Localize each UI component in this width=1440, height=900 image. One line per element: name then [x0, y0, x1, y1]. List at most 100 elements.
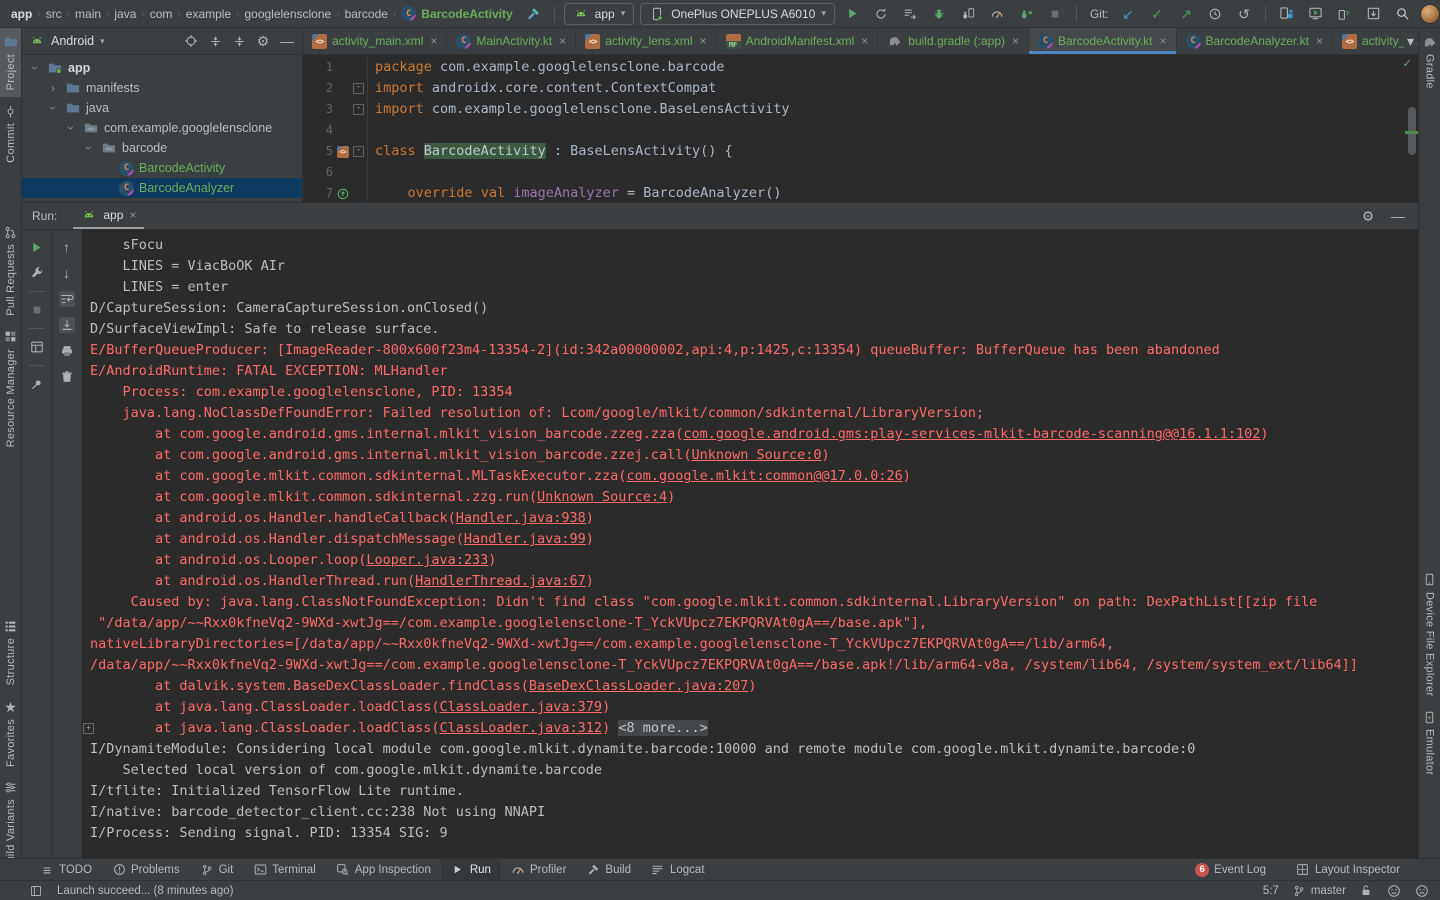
fold-marker-icon[interactable]: -: [353, 104, 364, 115]
toolwindow-button-layout-inspector[interactable]: Layout Inspector: [1286, 863, 1410, 877]
run-settings-gear-icon[interactable]: ⚙: [1360, 208, 1376, 224]
close-tab-icon[interactable]: ×: [559, 35, 566, 47]
breadcrumb-class-item[interactable]: CBarcodeActivity: [398, 6, 515, 21]
breadcrumb-item[interactable]: example: [183, 7, 234, 21]
profile-low-overhead-icon[interactable]: [1015, 3, 1038, 25]
stacktrace-link[interactable]: HandlerThread.java:67: [415, 573, 586, 589]
git-branch-widget[interactable]: master: [1291, 883, 1346, 899]
chevron-down-icon[interactable]: ▾: [100, 37, 105, 46]
stripe-item-gradle[interactable]: Gradle: [1419, 28, 1440, 96]
stripe-item-pull-requests[interactable]: Pull Requests: [0, 218, 21, 323]
prev-occurrence-icon[interactable]: ↑: [59, 239, 75, 255]
soft-wrap-icon[interactable]: [59, 291, 75, 307]
overriding-gutter-icon[interactable]: [335, 186, 351, 202]
hidden-tabs-icon[interactable]: ▾: [1404, 28, 1417, 54]
toolwindow-button-event-log[interactable]: 6Event Log: [1185, 863, 1276, 877]
breadcrumb-item[interactable]: main: [72, 7, 104, 21]
editor-tab-mainactivity-kt[interactable]: CMainActivity.kt×: [447, 28, 576, 54]
print-icon[interactable]: [59, 343, 75, 359]
stacktrace-link[interactable]: Handler.java:938: [456, 510, 586, 526]
tree-chevron-icon[interactable]: ›: [46, 82, 60, 94]
stacktrace-link[interactable]: com.google.android.gms:play-services-mlk…: [683, 426, 1260, 442]
user-avatar[interactable]: [1420, 4, 1440, 24]
stripe-item-project[interactable]: Project: [0, 28, 21, 97]
tree-item-manifests[interactable]: ›manifests: [22, 78, 302, 98]
breadcrumb-item[interactable]: src: [43, 7, 65, 21]
build-hammer-icon[interactable]: [522, 3, 545, 25]
fold-marker-icon[interactable]: -: [353, 146, 364, 157]
pin-tab-icon[interactable]: [29, 376, 45, 392]
code-area[interactable]: ✓ 1package com.example.googlelensclone.b…: [303, 55, 1418, 202]
close-tab-icon[interactable]: ×: [1012, 35, 1019, 47]
stacktrace-link[interactable]: Unknown Source:0: [691, 447, 821, 463]
tree-chevron-icon[interactable]: ›: [65, 121, 77, 135]
stacktrace-link[interactable]: Looper.java:233: [366, 552, 488, 568]
highlighting-level-happy-icon[interactable]: [1386, 883, 1402, 899]
edit-configuration-icon[interactable]: [29, 265, 45, 281]
toolwindow-button-todo[interactable]: ≡TODO: [30, 859, 102, 880]
stacktrace-link[interactable]: Handler.java:99: [464, 531, 586, 547]
breadcrumb-item[interactable]: barcode: [342, 7, 391, 21]
stripe-item-device-file-explorer[interactable]: Device File Explorer: [1419, 566, 1440, 703]
breadcrumb-item[interactable]: googlelensclone: [241, 7, 334, 21]
rerun-button[interactable]: [29, 239, 45, 255]
device-select[interactable]: OnePlus ONEPLUS A6010 ▾: [640, 3, 835, 25]
scroll-to-end-icon[interactable]: [59, 317, 75, 333]
toolwindow-button-profiler[interactable]: Profiler: [501, 859, 576, 880]
tree-chevron-icon[interactable]: ›: [47, 101, 59, 115]
close-tab-icon[interactable]: ×: [430, 35, 437, 47]
pair-devices-icon[interactable]: [1333, 3, 1356, 25]
tree-item-barcodeactivity[interactable]: CBarcodeActivity: [22, 158, 302, 178]
tree-item-barcodeanalyzer[interactable]: CBarcodeAnalyzer: [22, 178, 302, 198]
stacktrace-link[interactable]: ClassLoader.java:312: [440, 720, 603, 736]
toolwindow-button-terminal[interactable]: Terminal: [243, 859, 325, 880]
toolwindow-button-problems[interactable]: Problems: [102, 859, 190, 880]
caret-position[interactable]: 5:7: [1263, 885, 1279, 897]
breadcrumb-item[interactable]: java: [111, 7, 139, 21]
lock-open-icon[interactable]: [1358, 883, 1374, 899]
breadcrumb-item[interactable]: com: [147, 7, 176, 21]
fold-marker-icon[interactable]: -: [353, 83, 364, 94]
toolwindow-button-run[interactable]: Run: [441, 859, 501, 880]
close-tab-icon[interactable]: ×: [129, 209, 136, 221]
tree-chevron-icon[interactable]: ›: [29, 61, 41, 75]
stripe-item-favorites[interactable]: ★Favorites: [0, 693, 21, 774]
console-output[interactable]: sFocu LINES = ViacBoOK AIr LINES = enter…: [82, 230, 1418, 858]
close-tab-icon[interactable]: ×: [861, 35, 868, 47]
editor-tab-androidmanifest-xml[interactable]: MFAndroidManifest.xml×: [717, 28, 879, 54]
restore-layout-icon[interactable]: [29, 339, 45, 355]
highlighting-level-sad-icon[interactable]: [1414, 883, 1430, 899]
editor-tab-activity-main-xml[interactable]: <>activity_main.xml×: [303, 28, 447, 54]
git-update-icon[interactable]: ↙: [1117, 3, 1140, 25]
tree-item-com-example-googlelensclone[interactable]: ›com.example.googlelensclone: [22, 118, 302, 138]
git-history-icon[interactable]: [1204, 3, 1227, 25]
clear-all-icon[interactable]: [59, 369, 75, 385]
next-occurrence-icon[interactable]: ↓: [59, 265, 75, 281]
expand-all-icon[interactable]: [207, 33, 223, 49]
device-manager-icon[interactable]: [1275, 3, 1298, 25]
git-commit-icon[interactable]: ✓: [1146, 3, 1169, 25]
close-tab-icon[interactable]: ×: [1316, 35, 1323, 47]
run-button[interactable]: [841, 3, 864, 25]
editor-tab-barcodeactivity-kt[interactable]: CBarcodeActivity.kt×: [1029, 28, 1177, 54]
sdk-manager-icon[interactable]: [1362, 3, 1385, 25]
toolwindow-button-logcat[interactable]: Logcat: [641, 859, 715, 880]
tree-chevron-icon[interactable]: ›: [83, 141, 95, 155]
search-everywhere-icon[interactable]: [1391, 3, 1414, 25]
git-push-icon[interactable]: ↗: [1175, 3, 1198, 25]
stacktrace-link[interactable]: BaseDexClassLoader.java:207: [529, 678, 748, 694]
project-view-selector[interactable]: Android: [51, 34, 94, 48]
panel-settings-gear-icon[interactable]: ⚙: [255, 33, 271, 49]
toolwindow-toggle-icon[interactable]: [28, 883, 44, 899]
status-message[interactable]: Launch succeed... (8 minutes ago): [57, 885, 233, 897]
attach-debugger-icon[interactable]: [957, 3, 980, 25]
running-devices-icon[interactable]: [1304, 3, 1327, 25]
close-tab-icon[interactable]: ×: [1160, 35, 1167, 47]
hide-run-panel-icon[interactable]: —: [1390, 208, 1406, 224]
apply-code-changes-icon[interactable]: [899, 3, 922, 25]
editor-tab-activity-lens-xml[interactable]: <>activity_lens.xml×: [576, 28, 716, 54]
stripe-item-emulator[interactable]: Emulator: [1419, 703, 1440, 782]
toolwindow-button-build[interactable]: Build: [576, 859, 641, 880]
toolwindow-button-git[interactable]: Git: [190, 859, 244, 880]
stacktrace-link[interactable]: ClassLoader.java:379: [440, 699, 603, 715]
